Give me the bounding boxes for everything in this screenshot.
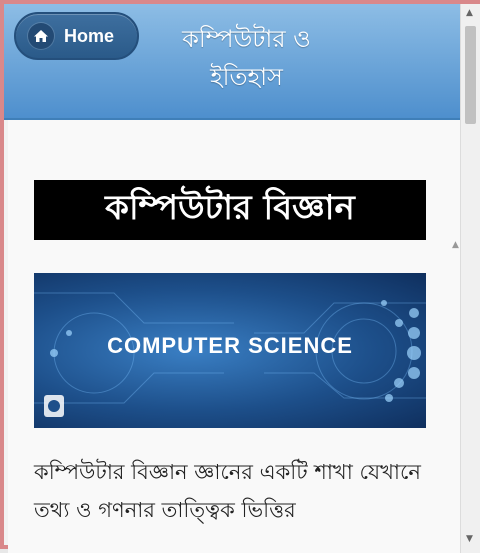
scroll-thumb[interactable] — [465, 26, 476, 124]
home-button-label: Home — [64, 25, 115, 46]
section-heading: কম্পিউটার বিজ্ঞান — [34, 180, 426, 240]
computer-science-banner: COMPUTER SCIENCE — [34, 273, 426, 428]
scrollbar[interactable]: ▲ ▼ — [460, 4, 480, 553]
page-title: কম্পিউটার ও ইতিহাস — [182, 25, 311, 91]
app-frame: Home কম্পিউটার ও ইতিহাস কম্পিউটার বিজ্ঞা… — [0, 0, 480, 553]
intro-paragraph: কম্পিউটার বিজ্ঞান জ্ঞানের একটি শাখা যেখা… — [34, 460, 421, 522]
scroll-down-icon[interactable]: ▼ — [466, 534, 473, 544]
home-icon — [28, 23, 54, 49]
main-content: কম্পিউটার বিজ্ঞান COMPUTER SCIENCE কম্পি… — [8, 120, 460, 553]
scroll-up-icon[interactable]: ▲ — [452, 240, 459, 250]
home-button[interactable]: Home — [14, 12, 139, 60]
scroll-up-icon[interactable]: ▲ — [466, 8, 473, 18]
header-bar: Home কম্পিউটার ও ইতিহাস — [4, 4, 460, 120]
banner-text: COMPUTER SCIENCE — [107, 333, 353, 358]
